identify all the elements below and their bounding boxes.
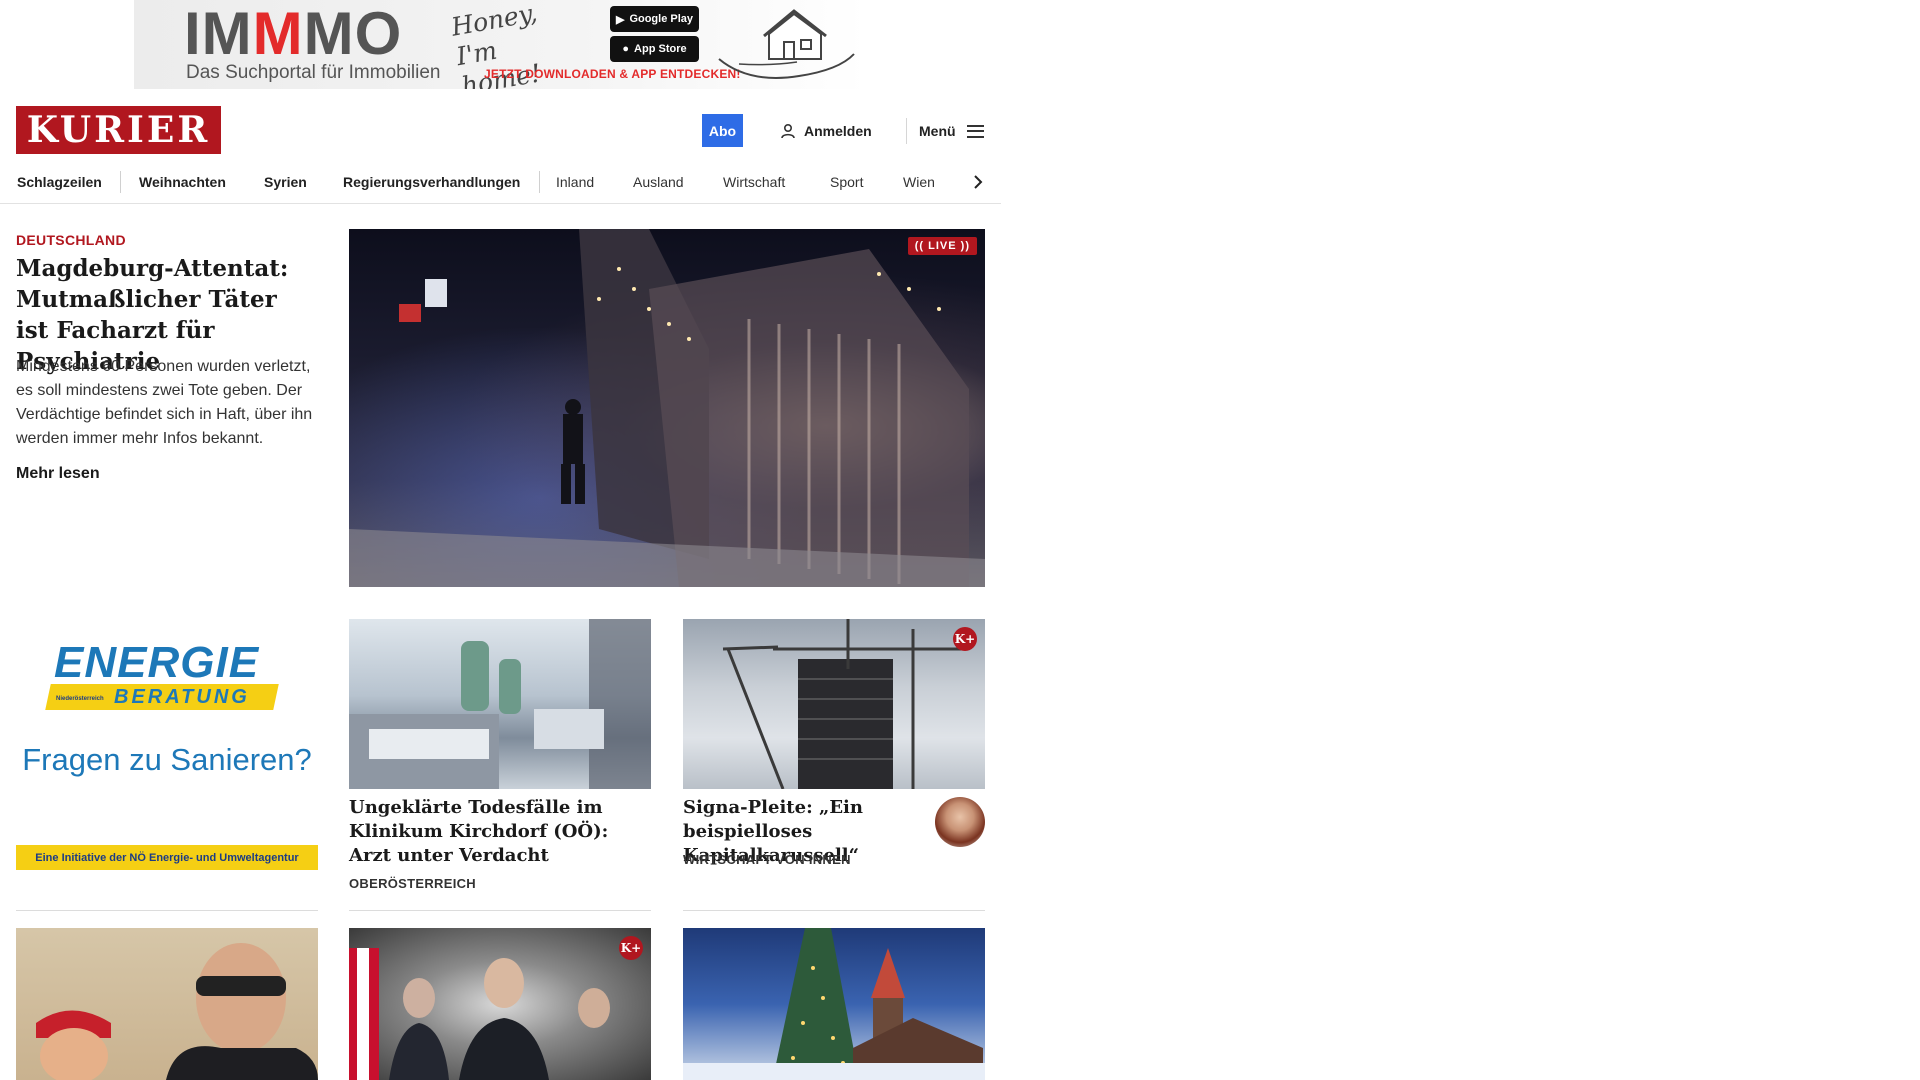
section-nav: Schlagzeilen Weihnachten Syrien Regierun… xyxy=(0,160,1001,204)
house-hand-icon xyxy=(718,9,855,79)
government-photo xyxy=(349,948,610,1080)
immmo-ad-banner[interactable]: IMMMO Das Suchportal für Immobilien Hone… xyxy=(134,0,867,89)
ad-cta: JETZT DOWNLOADEN & APP ENTDECKEN! xyxy=(484,67,741,81)
row-divider xyxy=(349,910,651,911)
nav-scroll-right-button[interactable] xyxy=(968,170,988,194)
kplus-badge: K+ xyxy=(619,936,643,960)
ad-initiative-bar: Eine Initiative der NÖ Energie- und Umwe… xyxy=(16,845,318,870)
card-image-christmas-village[interactable] xyxy=(683,928,985,1080)
people-photo xyxy=(36,943,318,1080)
nav-item-sport[interactable]: Sport xyxy=(830,170,863,194)
energie-beratung-logo: ENERGIE BERATUNG Niederösterreich xyxy=(45,638,284,710)
nav-item-wien[interactable]: Wien xyxy=(903,170,935,194)
hospital-photo xyxy=(349,619,651,789)
nav-item-wirtschaft[interactable]: Wirtschaft xyxy=(723,170,785,194)
lead-image[interactable]: (( LIVE )) xyxy=(349,229,985,587)
nav-divider xyxy=(120,171,121,193)
read-more-link[interactable]: Mehr lesen xyxy=(16,465,100,483)
nav-item-ausland[interactable]: Ausland xyxy=(633,170,684,194)
nav-item-weihnachten[interactable]: Weihnachten xyxy=(139,170,226,194)
ad-brand-sub: Niederösterreich xyxy=(56,696,104,702)
christmas-village-photo xyxy=(683,928,985,1080)
app-store-badge[interactable]: ● App Store xyxy=(610,36,699,62)
christmas-market-photo xyxy=(349,229,985,587)
kplus-badge: K+ xyxy=(953,627,977,651)
nav-item-syrien[interactable]: Syrien xyxy=(264,170,307,194)
login-link[interactable]: Anmelden xyxy=(780,119,872,143)
card-image-construction[interactable]: K+ xyxy=(683,619,985,789)
ad-headline: Fragen zu Sanieren? xyxy=(22,742,312,777)
chevron-right-icon xyxy=(974,175,983,189)
apple-icon: ● xyxy=(622,43,630,55)
immmo-logo: IMMMO xyxy=(184,0,403,67)
ad-brand-line1: ENERGIE xyxy=(54,638,260,687)
nav-item-inland[interactable]: Inland xyxy=(556,170,594,194)
card-image-hospital[interactable] xyxy=(349,619,651,789)
construction-tower-photo xyxy=(722,619,963,789)
author-avatar[interactable] xyxy=(935,797,985,847)
user-icon xyxy=(781,123,795,139)
nav-divider xyxy=(539,171,540,193)
ad-brand-line2: BERATUNG xyxy=(114,686,250,708)
row-divider xyxy=(683,910,985,911)
menu-button[interactable]: Menü xyxy=(919,119,984,143)
ad-tagline: Das Suchportal für Immobilien xyxy=(186,62,441,83)
play-icon: ▶ xyxy=(615,13,625,26)
nav-item-regierungsverhandlungen[interactable]: Regierungsverhandlungen xyxy=(343,170,520,194)
hamburger-icon xyxy=(966,124,984,138)
nav-item-schlagzeilen[interactable]: Schlagzeilen xyxy=(17,170,102,194)
google-play-badge[interactable]: ▶ Google Play xyxy=(610,6,699,32)
energie-beratung-ad[interactable]: ENERGIE BERATUNG Niederösterreich Fragen… xyxy=(16,620,318,870)
card-image-politicians[interactable] xyxy=(16,928,318,1080)
row-divider xyxy=(16,910,318,911)
lead-teaser: Mindestens 60 Personen wurden verletzt, … xyxy=(16,358,313,447)
lead-category[interactable]: DEUTSCHLAND xyxy=(16,232,126,248)
header-divider xyxy=(906,118,907,144)
login-label: Anmelden xyxy=(804,123,872,139)
card-category[interactable]: OBERÖSTERREICH xyxy=(349,876,476,891)
live-badge: (( LIVE )) xyxy=(907,237,977,255)
card-category[interactable]: WIRTSCHAFT VON INNEN xyxy=(683,852,851,867)
card-headline[interactable]: Ungeklärte Todesfälle im Klini­kum Kirch… xyxy=(349,796,649,868)
abo-button[interactable]: Abo xyxy=(702,114,743,147)
kurier-logo[interactable]: KURIER xyxy=(16,106,221,154)
card-image-government[interactable]: K+ xyxy=(349,928,651,1080)
menu-label: Menü xyxy=(919,123,956,139)
